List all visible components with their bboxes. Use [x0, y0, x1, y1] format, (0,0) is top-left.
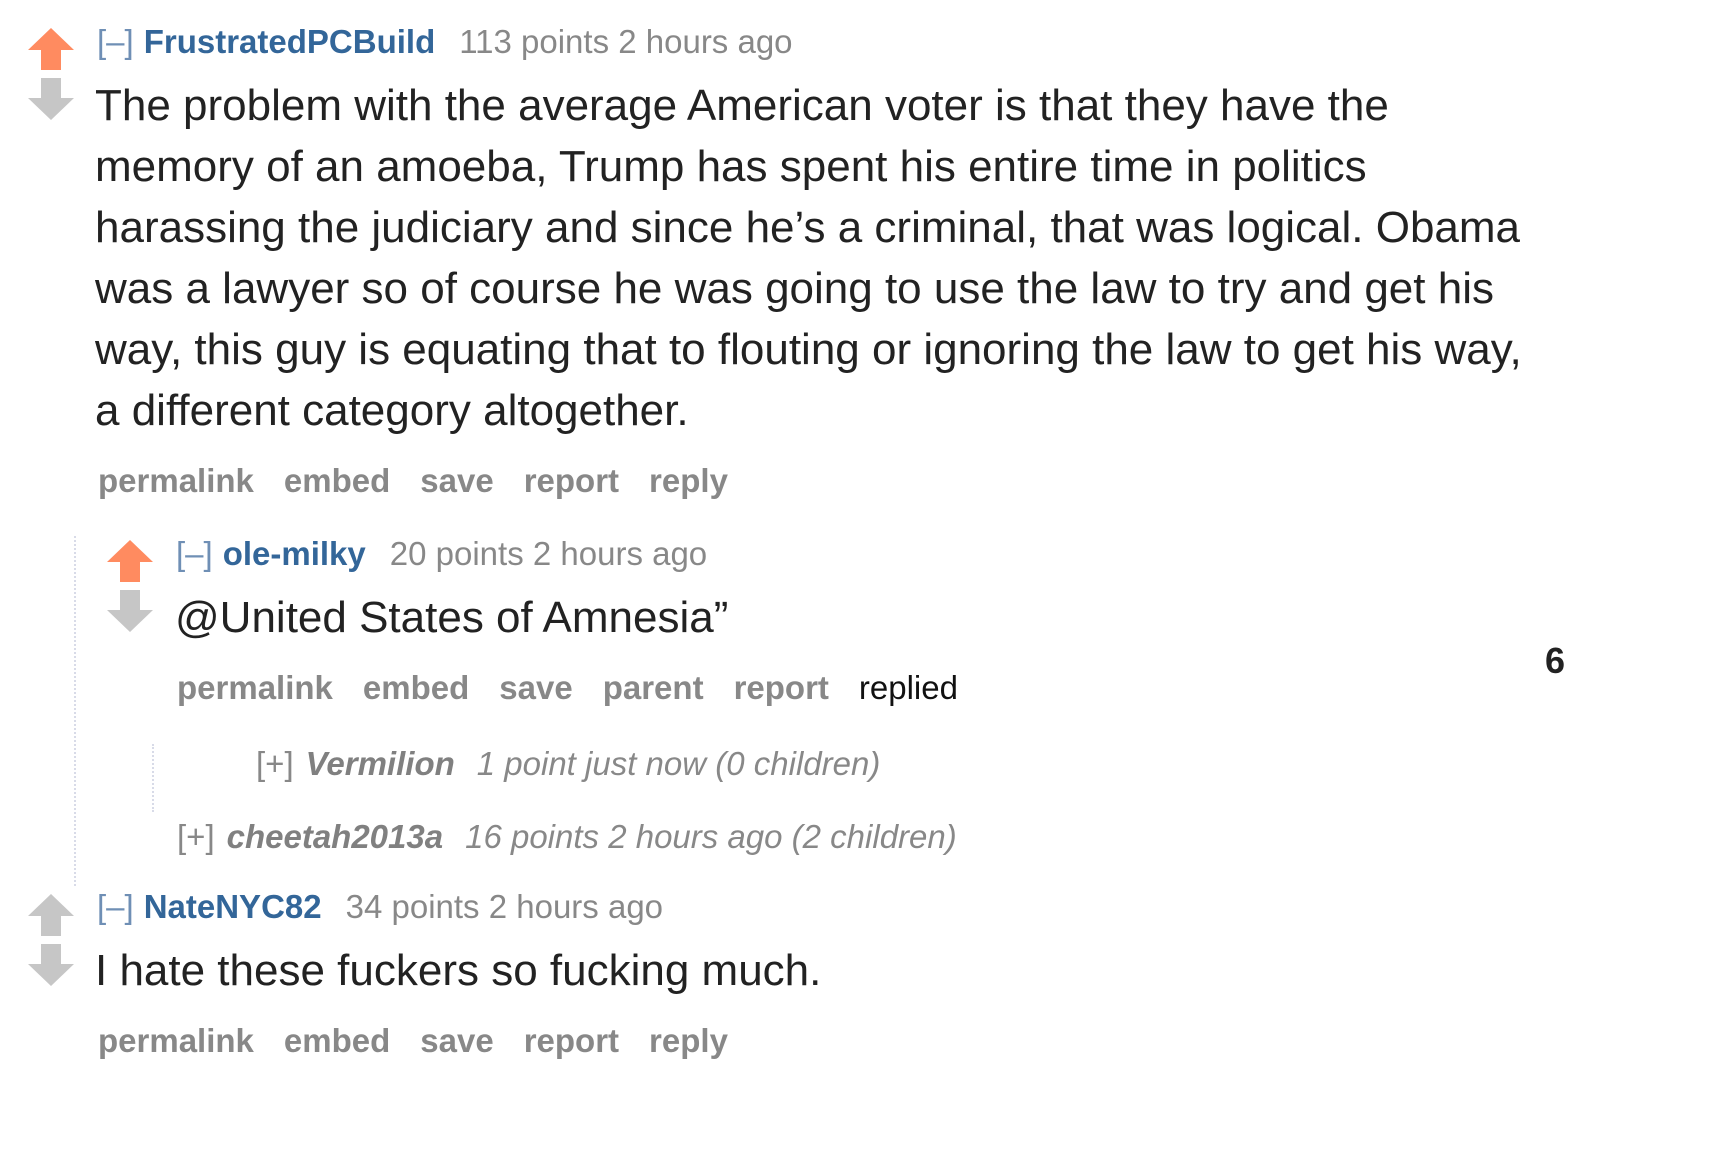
- comment-meta: 16 points 2 hours ago (2 children): [465, 818, 957, 855]
- save-link[interactable]: save: [499, 669, 572, 706]
- author-link[interactable]: FrustratedPCBuild: [144, 23, 436, 60]
- downvote-arrow-icon[interactable]: [105, 588, 155, 634]
- embed-link[interactable]: embed: [284, 1022, 390, 1059]
- comment-meta: 1 point just now (0 children): [476, 745, 881, 782]
- comment-body: I hate these fuckers so fucking much.: [95, 946, 822, 995]
- upvote-arrow-icon[interactable]: [105, 538, 155, 584]
- comment-meta: 34 points 2 hours ago: [345, 888, 664, 925]
- parent-link[interactable]: parent: [603, 669, 704, 706]
- author-link[interactable]: cheetah2013a: [227, 818, 443, 855]
- report-link[interactable]: report: [524, 462, 619, 499]
- upvote-arrow-icon[interactable]: [26, 892, 76, 938]
- collapse-toggle[interactable]: [–]: [97, 23, 134, 60]
- save-link[interactable]: save: [420, 462, 493, 499]
- comment-meta: 20 points 2 hours ago: [389, 535, 708, 572]
- comment-meta: 113 points 2 hours ago: [459, 23, 793, 60]
- embed-link[interactable]: embed: [284, 462, 390, 499]
- thread-line: [152, 744, 154, 812]
- author-link[interactable]: Vermilion: [306, 745, 455, 782]
- downvote-arrow-icon[interactable]: [26, 76, 76, 122]
- permalink-link[interactable]: permalink: [98, 1022, 254, 1059]
- author-link[interactable]: ole-milky: [223, 535, 366, 572]
- comment-buttons: permalink embed save report reply: [98, 461, 758, 501]
- comment-body: @United States of Amnesia”: [175, 593, 729, 642]
- comment-body: The problem with the average American vo…: [95, 81, 1522, 435]
- report-link[interactable]: report: [734, 669, 829, 706]
- comment-tagline: [–] NateNYC82 34 points 2 hours ago: [97, 887, 663, 927]
- embed-link[interactable]: embed: [363, 669, 469, 706]
- permalink-link[interactable]: permalink: [177, 669, 333, 706]
- thread-line: [74, 536, 76, 886]
- upvote-arrow-icon[interactable]: [26, 26, 76, 72]
- collapse-toggle[interactable]: [–]: [176, 535, 213, 572]
- comment-tagline: [–] ole-milky 20 points 2 hours ago: [176, 534, 707, 574]
- expand-toggle[interactable]: [+]: [256, 745, 294, 782]
- comment-tagline: [–] FrustratedPCBuild 113 points 2 hours a…: [97, 22, 793, 62]
- replied-label: replied: [858, 669, 958, 706]
- side-counter: 6: [1545, 640, 1566, 681]
- expand-toggle[interactable]: [+]: [177, 818, 215, 855]
- reply-link[interactable]: reply: [649, 1022, 728, 1059]
- collapsed-comment[interactable]: [+] cheetah2013a 16 points 2 hours ago (2 …: [177, 817, 957, 857]
- downvote-arrow-icon[interactable]: [26, 942, 76, 988]
- permalink-link[interactable]: permalink: [98, 462, 254, 499]
- author-link[interactable]: NateNYC82: [144, 888, 322, 925]
- save-link[interactable]: save: [420, 1022, 493, 1059]
- reply-link[interactable]: reply: [649, 462, 728, 499]
- comment-buttons: permalink embed save report reply: [98, 1021, 758, 1061]
- collapse-toggle[interactable]: [–]: [97, 888, 134, 925]
- comment-buttons: permalink embed save parent report replied: [177, 668, 988, 708]
- collapsed-comment[interactable]: [+] Vermilion 1 point just now (0 children…: [256, 744, 880, 784]
- report-link[interactable]: report: [524, 1022, 619, 1059]
